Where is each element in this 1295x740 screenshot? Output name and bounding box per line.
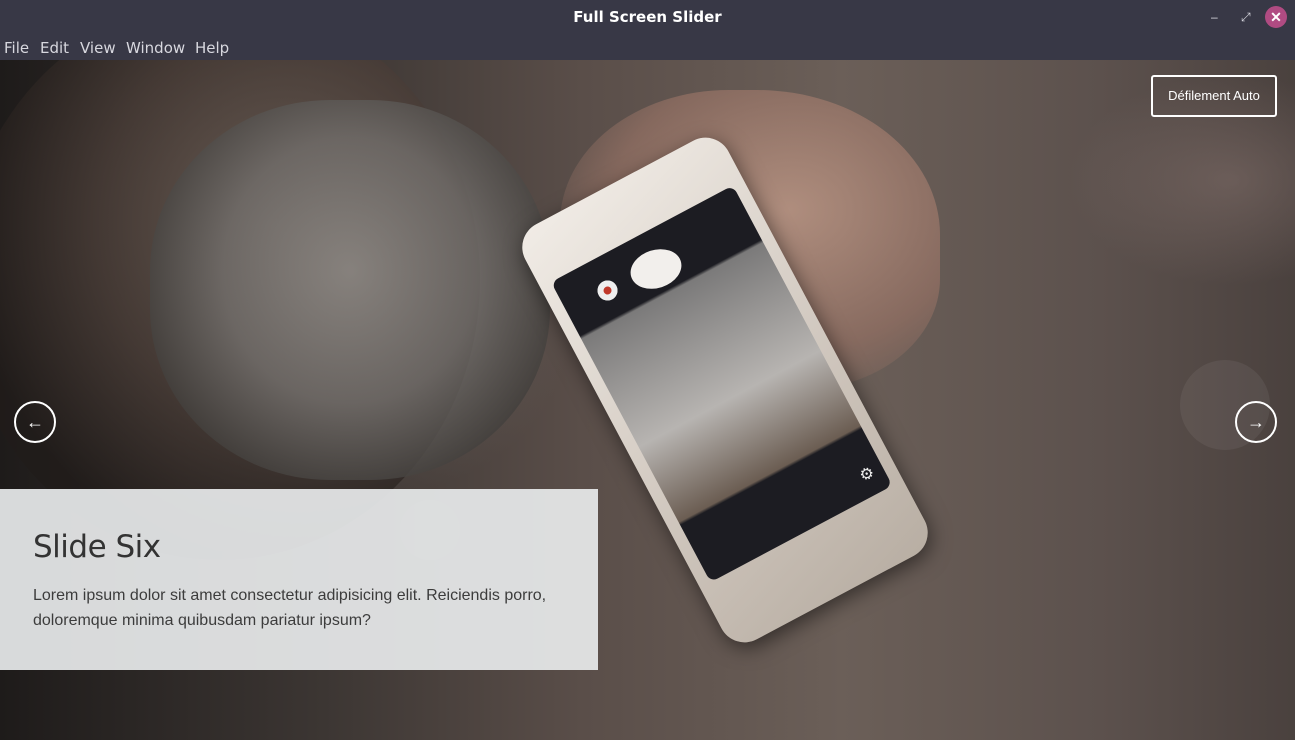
arrow-right-icon: →	[1247, 412, 1265, 432]
arrow-left-icon: ←	[26, 412, 44, 432]
photo-scarf	[150, 100, 550, 480]
slide-text: Lorem ipsum dolor sit amet consectetur a…	[33, 587, 547, 629]
menu-help[interactable]: Help	[195, 34, 229, 60]
record-icon	[594, 276, 622, 305]
slide-caption: Slide Six Lorem ipsum dolor sit amet con…	[0, 489, 598, 670]
prev-slide-button[interactable]: ←	[14, 401, 56, 443]
maximize-button[interactable]: ⤢	[1241, 0, 1251, 34]
minimize-button[interactable]: –	[1211, 0, 1218, 34]
gear-icon: ⚙	[856, 463, 878, 486]
auto-scroll-button[interactable]: Défilement Auto	[1151, 75, 1277, 117]
slide-title: Slide Six	[33, 529, 161, 565]
menu-bar: File Edit View Window Help	[0, 34, 1295, 60]
window-title: Full Screen Slider	[573, 8, 722, 26]
title-bar: Full Screen Slider – ⤢ ✕	[0, 0, 1295, 34]
close-button[interactable]: ✕	[1265, 6, 1287, 28]
menu-file[interactable]: File	[4, 34, 29, 60]
menu-window[interactable]: Window	[126, 34, 185, 60]
next-slide-button[interactable]: →	[1235, 401, 1277, 443]
menu-view[interactable]: View	[80, 34, 116, 60]
menu-edit[interactable]: Edit	[40, 34, 69, 60]
